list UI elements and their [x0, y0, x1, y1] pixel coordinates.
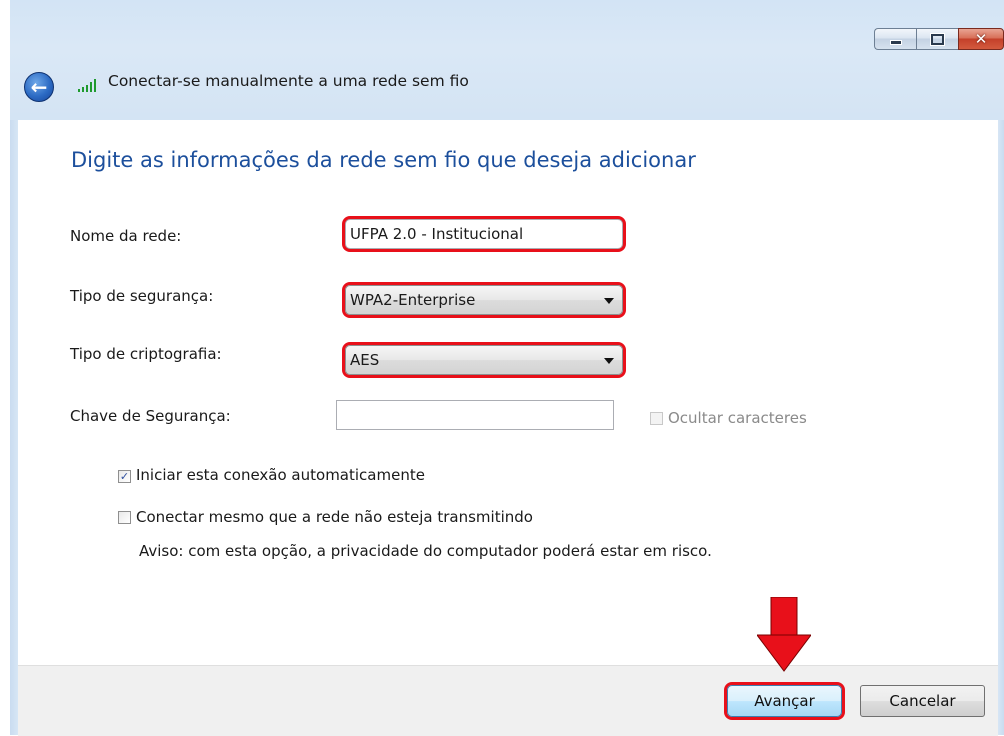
network-name-field[interactable]: UFPA 2.0 - Institucional: [345, 219, 623, 249]
header-title: Conectar-se manualmente a uma rede sem f…: [108, 72, 469, 90]
dialog-window: ✕ ← Conectar-se manualmente a uma rede s…: [10, 0, 1004, 736]
title-bar: ✕ ← Conectar-se manualmente a uma rede s…: [10, 0, 1004, 120]
chevron-down-icon: [604, 298, 614, 304]
back-arrow-icon: ←: [30, 75, 48, 99]
window-border-right: [998, 120, 1004, 735]
connect-even-if-not-broadcasting-checkbox[interactable]: [118, 511, 131, 524]
close-button[interactable]: ✕: [958, 28, 1004, 50]
auto-start-checkbox[interactable]: ✓: [118, 470, 131, 483]
security-key-field[interactable]: [336, 400, 614, 430]
maximize-icon: [931, 33, 944, 45]
encryption-type-label: Tipo de criptografia:: [70, 345, 222, 363]
hide-characters-label: Ocultar caracteres: [668, 409, 807, 427]
maximize-button[interactable]: [916, 28, 958, 50]
cancel-button[interactable]: Cancelar: [860, 685, 985, 717]
network-name-label: Nome da rede:: [70, 227, 182, 245]
chevron-down-icon: [604, 358, 614, 364]
connect-even-if-not-broadcasting-label: Conectar mesmo que a rede não esteja tra…: [136, 508, 533, 526]
close-icon: ✕: [974, 29, 988, 48]
security-type-label: Tipo de segurança:: [70, 287, 214, 305]
auto-start-label: Iniciar esta conexão automaticamente: [136, 466, 425, 484]
footer-bar: Avançar Cancelar: [18, 665, 998, 736]
page-title: Digite as informações da rede sem fio qu…: [71, 148, 696, 172]
minimize-button[interactable]: [874, 28, 916, 50]
next-button[interactable]: Avançar: [727, 685, 842, 717]
annotation-arrow-icon: [757, 597, 811, 672]
hide-characters-checkbox[interactable]: [650, 412, 663, 425]
window-border-left: [10, 120, 18, 735]
caption-buttons: ✕: [874, 28, 1004, 50]
main-content: Digite as informações da rede sem fio qu…: [18, 120, 998, 665]
back-button[interactable]: ←: [24, 72, 54, 102]
minimize-icon: [889, 39, 902, 45]
wireless-signal-icon: [78, 76, 100, 92]
security-type-value: WPA2-Enterprise: [350, 291, 476, 309]
security-type-select[interactable]: WPA2-Enterprise: [345, 285, 623, 315]
encryption-type-value: AES: [350, 351, 380, 369]
encryption-type-select[interactable]: AES: [345, 345, 623, 375]
privacy-warning: Aviso: com esta opção, a privacidade do …: [139, 542, 712, 560]
security-key-label: Chave de Segurança:: [70, 407, 231, 425]
